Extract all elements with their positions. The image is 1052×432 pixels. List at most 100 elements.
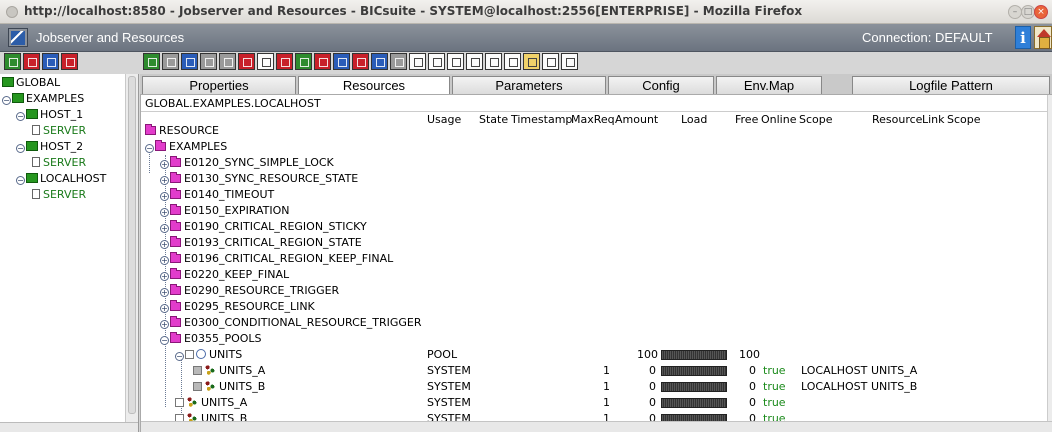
table-row[interactable]: − EXAMPLES xyxy=(141,139,1047,155)
home-icon[interactable] xyxy=(1034,26,1052,49)
collapse-icon[interactable]: − xyxy=(16,144,25,153)
expand-icon[interactable]: + xyxy=(160,240,169,249)
collapse-icon[interactable]: − xyxy=(175,352,184,361)
collapse-icon[interactable]: − xyxy=(160,336,169,345)
up-icon[interactable] xyxy=(181,53,198,70)
grid-alt-icon[interactable] xyxy=(409,53,426,70)
right-horizontal-scrollbar[interactable] xyxy=(141,421,1052,432)
delete-icon[interactable] xyxy=(238,53,255,70)
right-vertical-scrollbar[interactable] xyxy=(1047,95,1052,421)
table-row[interactable]: UNITS_B SYSTEM 1 0 0 true LOCALHOST UNIT… xyxy=(141,379,1047,395)
folder-icon xyxy=(170,284,181,295)
table-row[interactable]: − E0355_POOLS xyxy=(141,331,1047,347)
maximize-button[interactable]: □ xyxy=(1021,5,1035,19)
comment-icon[interactable] xyxy=(542,53,559,70)
table-icon[interactable] xyxy=(428,53,445,70)
window-title: http://localhost:8580 - Jobserver and Re… xyxy=(24,4,803,18)
info-icon[interactable]: i xyxy=(1015,26,1031,49)
table-row[interactable]: − UNITS POOL 100 100 xyxy=(141,347,1047,363)
folder-icon xyxy=(170,172,181,183)
table-row[interactable]: + E0130_SYNC_RESOURCE_STATE xyxy=(141,171,1047,187)
stop-icon[interactable] xyxy=(276,53,293,70)
export-icon[interactable] xyxy=(523,53,540,70)
tab-logfile-pattern[interactable]: Logfile Pattern xyxy=(852,76,1050,94)
expand-icon[interactable]: + xyxy=(160,304,169,313)
table-row[interactable]: + E0190_CRITICAL_REGION_STICKY xyxy=(141,219,1047,235)
scroll-thumb[interactable] xyxy=(128,76,136,414)
tree-node-host1[interactable]: − HOST_1 xyxy=(16,108,83,121)
tree-node-global[interactable]: GLOBAL xyxy=(2,76,60,89)
expand-icon[interactable]: + xyxy=(160,224,169,233)
new-document-icon[interactable] xyxy=(257,53,274,70)
tree-node-server[interactable]: SERVER xyxy=(32,124,86,137)
copy-icon[interactable] xyxy=(219,53,236,70)
minimize-button[interactable]: – xyxy=(1008,5,1022,19)
new-server-icon[interactable] xyxy=(42,53,59,70)
tree-node-server[interactable]: SERVER xyxy=(32,156,86,169)
table-row[interactable]: + E0140_TIMEOUT xyxy=(141,187,1047,203)
tab-config[interactable]: Config xyxy=(608,76,714,94)
resource-icon xyxy=(186,396,198,407)
grid-icon[interactable] xyxy=(390,53,407,70)
window-menu-icon[interactable] xyxy=(6,6,18,18)
kill-icon[interactable] xyxy=(314,53,331,70)
table-row[interactable]: RESOURCE xyxy=(141,123,1047,139)
select-checkbox[interactable] xyxy=(175,398,184,407)
table-row[interactable]: + E0193_CRITICAL_REGION_STATE xyxy=(141,235,1047,251)
collapse-icon[interactable]: − xyxy=(2,96,11,105)
app-title: Jobserver and Resources xyxy=(36,30,185,45)
back-icon[interactable] xyxy=(162,53,179,70)
table-row[interactable]: UNITS_A SYSTEM 1 0 0 true xyxy=(141,395,1047,411)
expand-icon[interactable]: + xyxy=(160,176,169,185)
table-row[interactable]: + E0290_RESOURCE_TRIGGER xyxy=(141,283,1047,299)
tab-env-map[interactable]: Env.Map xyxy=(716,76,822,94)
refresh-icon[interactable] xyxy=(4,53,21,70)
tab-parameters[interactable]: Parameters xyxy=(452,76,606,94)
expand-icon[interactable]: + xyxy=(160,288,169,297)
left-vertical-scrollbar[interactable] xyxy=(125,74,138,422)
lock-icon[interactable] xyxy=(61,53,78,70)
app-logo-icon xyxy=(8,28,28,47)
collapse-icon[interactable]: − xyxy=(16,176,25,185)
table-row[interactable]: + E0120_SYNC_SIMPLE_LOCK xyxy=(141,155,1047,171)
select-checkbox[interactable] xyxy=(185,350,194,359)
new-resource-icon[interactable] xyxy=(352,53,369,70)
paste-icon[interactable] xyxy=(466,53,483,70)
tree-node-server[interactable]: SERVER xyxy=(32,188,86,201)
select-checkbox[interactable] xyxy=(193,366,202,375)
expand-icon[interactable]: + xyxy=(160,272,169,281)
collapse-icon[interactable]: − xyxy=(145,144,154,153)
expand-icon[interactable]: + xyxy=(160,208,169,217)
down-icon[interactable] xyxy=(200,53,217,70)
tree-node-localhost[interactable]: − LOCALHOST xyxy=(16,172,106,185)
refresh-icon[interactable] xyxy=(143,53,160,70)
expand-icon[interactable] xyxy=(561,53,578,70)
tree-node-host2[interactable]: − HOST_2 xyxy=(16,140,83,153)
left-horizontal-scrollbar[interactable] xyxy=(0,422,138,432)
clipboard-icon[interactable] xyxy=(485,53,502,70)
select-checkbox[interactable] xyxy=(193,382,202,391)
table-row[interactable]: + E0150_EXPIRATION xyxy=(141,203,1047,219)
new-folder-icon[interactable] xyxy=(23,53,40,70)
close-button[interactable]: × xyxy=(1034,5,1048,19)
tab-resources[interactable]: Resources xyxy=(298,76,450,95)
tree-node-examples[interactable]: − EXAMPLES xyxy=(2,92,84,105)
table-row[interactable]: UNITS_A SYSTEM 1 0 0 true LOCALHOST UNIT… xyxy=(141,363,1047,379)
expand-icon[interactable]: + xyxy=(160,160,169,169)
table-row[interactable]: + E0295_RESOURCE_LINK xyxy=(141,299,1047,315)
load-bar xyxy=(661,398,727,408)
tab-properties[interactable]: Properties xyxy=(142,76,296,94)
edit-icon[interactable] xyxy=(504,53,521,70)
add-resource-icon[interactable] xyxy=(371,53,388,70)
xy-icon[interactable] xyxy=(333,53,350,70)
start-icon[interactable] xyxy=(295,53,312,70)
table-row[interactable]: + E0196_CRITICAL_REGION_KEEP_FINAL xyxy=(141,251,1047,267)
table-row[interactable]: + E0220_KEEP_FINAL xyxy=(141,267,1047,283)
expand-icon[interactable]: + xyxy=(160,256,169,265)
cut-icon[interactable] xyxy=(447,53,464,70)
expand-icon[interactable]: + xyxy=(160,192,169,201)
expand-icon[interactable]: + xyxy=(160,320,169,329)
table-row[interactable]: + E0300_CONDITIONAL_RESOURCE_TRIGGER xyxy=(141,315,1047,331)
collapse-icon[interactable]: − xyxy=(16,112,25,121)
host-icon xyxy=(2,77,14,87)
